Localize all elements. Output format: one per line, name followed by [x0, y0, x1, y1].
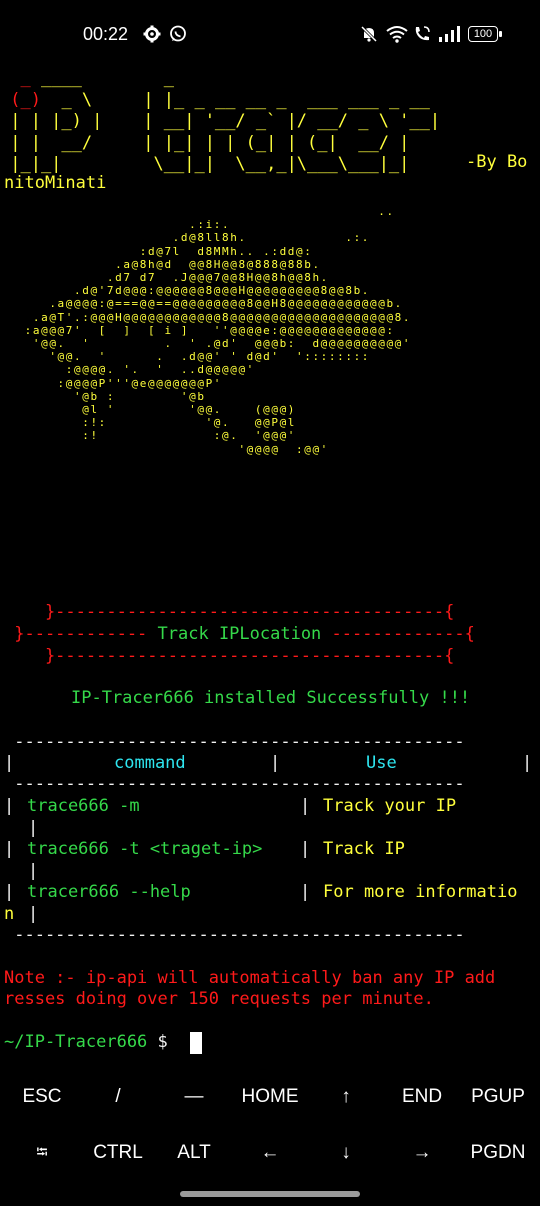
prompt-symbol: $	[157, 1032, 168, 1052]
pgup-key[interactable]: PGUP	[456, 1069, 540, 1125]
menu-box-top: }--------------------------------------{	[4, 602, 455, 622]
row-use: Track your IP	[323, 796, 457, 816]
install-message: IP-Tracer666 installed Successfully !!!	[71, 688, 471, 708]
wifi-icon	[386, 26, 408, 43]
gear-icon	[143, 25, 161, 43]
row-divider: |	[300, 796, 311, 816]
wifi-call-icon	[415, 26, 430, 41]
right-arrow-key[interactable]: →	[380, 1125, 464, 1181]
row-use-wrap: n	[4, 904, 15, 924]
row-divider: |	[300, 839, 311, 859]
home-key[interactable]: HOME	[228, 1069, 312, 1125]
note-line-1: Note :- ip-api will automatically ban an…	[4, 968, 496, 988]
shell-prompt[interactable]: ~/IP-Tracer666 $	[4, 1032, 168, 1053]
byline-wrap: nitoMinati	[4, 173, 107, 193]
left-arrow-key[interactable]: ←	[228, 1125, 312, 1181]
slash-key[interactable]: /	[76, 1069, 160, 1125]
whatsapp-icon	[170, 25, 186, 42]
battery-icon: 100	[468, 26, 502, 42]
eye-ascii-art: .. .:i:. .d@8ll8h. .:. :d@7l d8MMh.. .:d…	[24, 205, 412, 456]
extra-keys-row-2: ⭾ CTRL ALT ← ↓ → PGDN	[0, 1125, 540, 1181]
table-rule-top: ----------------------------------------…	[4, 732, 465, 752]
ascii-logo-art: _ ____ _ (_) _ \ | |_ _ __ __ _ ___ ___ …	[10, 68, 441, 174]
pgdn-key[interactable]: PGDN	[456, 1125, 540, 1181]
row-command: trace666 -t <traget-ip>	[27, 839, 263, 859]
signal-icon	[439, 26, 460, 42]
row-border-wrap: |	[28, 818, 39, 838]
table-header-border-right: |	[522, 753, 533, 773]
menu-box-title: Track IPLocation	[157, 624, 322, 644]
dash-key[interactable]: —	[152, 1069, 236, 1125]
ctrl-key[interactable]: CTRL	[76, 1125, 160, 1181]
menu-box-middle-right: -------------{	[321, 624, 475, 644]
row-divider: |	[300, 882, 311, 902]
prompt-path: ~/IP-Tracer666	[4, 1032, 148, 1052]
esc-key[interactable]: ESC	[0, 1069, 84, 1125]
table-header-border-left: |	[4, 753, 15, 773]
byline-start: -By Bo	[466, 152, 528, 172]
extra-keys-row-1: ESC / — HOME ↑ END PGUP	[0, 1069, 540, 1125]
alt-key[interactable]: ALT	[152, 1125, 236, 1181]
ip-tracer-ascii-logo: _ ____ _ (_) _ \ | |_ _ __ __ _ ___ ___ …	[0, 68, 440, 176]
status-bar: 00:22 100	[0, 0, 540, 68]
end-key[interactable]: END	[380, 1069, 464, 1125]
row-use: For more informatio	[323, 882, 518, 902]
table-header-use: Use	[366, 753, 397, 773]
table-rule-bottom: ----------------------------------------…	[4, 925, 465, 945]
status-time: 00:22	[83, 24, 129, 44]
row-command: tracer666 --help	[27, 882, 191, 902]
menu-box-middle-left: }------------	[4, 624, 158, 644]
terminal-cursor	[190, 1032, 202, 1054]
menu-box-middle: }------------ Track IPLocation ---------…	[4, 624, 475, 645]
row-use: Track IP	[323, 839, 405, 859]
up-arrow-key[interactable]: ↑	[304, 1069, 388, 1125]
row-command: trace666 -m	[27, 796, 140, 816]
down-arrow-key[interactable]: ↓	[304, 1125, 388, 1181]
note-line-2: resses doing over 150 requests per minut…	[4, 989, 434, 1009]
row-border-left: |	[4, 796, 15, 816]
row-border-wrap: |	[28, 904, 39, 924]
table-header-command: command	[114, 753, 186, 773]
bell-muted-icon	[360, 25, 378, 43]
logo-dot-overlay	[60, 88, 92, 110]
gesture-nav-bar[interactable]	[180, 1191, 360, 1197]
menu-box-bottom: }--------------------------------------{	[4, 646, 455, 666]
row-border-left: |	[4, 882, 15, 902]
row-border-wrap: |	[28, 861, 39, 881]
table-header-divider: |	[270, 753, 281, 773]
tab-key[interactable]: ⭾	[0, 1125, 84, 1181]
row-border-left: |	[4, 839, 15, 859]
table-rule-mid: ----------------------------------------…	[4, 774, 465, 794]
